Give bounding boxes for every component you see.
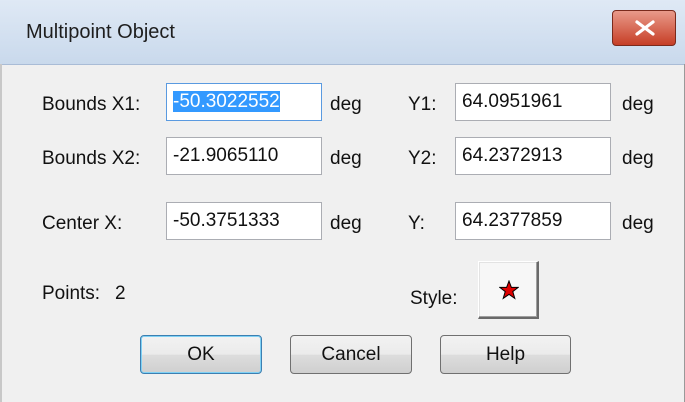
- center-y-unit: deg: [622, 213, 654, 234]
- cancel-button[interactable]: Cancel: [290, 335, 412, 374]
- help-button[interactable]: Help: [440, 335, 571, 374]
- center-x-input[interactable]: -50.3751333: [166, 202, 322, 240]
- style-label: Style:: [410, 288, 458, 309]
- style-button[interactable]: [478, 261, 539, 319]
- center-x-unit: deg: [330, 213, 362, 234]
- window-left-border: [0, 64, 2, 402]
- center-y-label: Y:: [408, 213, 425, 234]
- bounds-x1-selected-text: -50.3022552: [173, 91, 280, 112]
- window-title: Multipoint Object: [26, 21, 175, 43]
- close-icon: [635, 20, 655, 36]
- bounds-y2-label: Y2:: [408, 148, 437, 169]
- close-button[interactable]: [612, 10, 676, 46]
- points-label: Points:: [42, 283, 101, 304]
- center-x-label: Center X:: [42, 213, 123, 234]
- red-star-icon: [499, 280, 519, 300]
- bounds-x2-label: Bounds X2:: [42, 148, 141, 169]
- ok-button[interactable]: OK: [140, 335, 262, 374]
- bounds-x1-unit: deg: [330, 94, 362, 115]
- multipoint-object-dialog: Multipoint Object Bounds X1: -50.3022552…: [0, 0, 685, 402]
- bounds-y2-input[interactable]: 64.2372913: [455, 137, 611, 175]
- bounds-x1-label: Bounds X1:: [42, 94, 141, 115]
- bounds-y1-input[interactable]: 64.0951961: [455, 83, 611, 121]
- points-count: 2: [115, 283, 126, 304]
- bounds-x2-unit: deg: [330, 148, 362, 169]
- bounds-x1-input[interactable]: -50.3022552: [166, 83, 322, 121]
- bounds-y1-label: Y1:: [408, 94, 437, 115]
- bounds-y1-unit: deg: [622, 94, 654, 115]
- bounds-y2-unit: deg: [622, 148, 654, 169]
- bounds-x2-input[interactable]: -21.9065110: [166, 137, 322, 175]
- center-y-input[interactable]: 64.2377859: [455, 202, 611, 240]
- title-bar: Multipoint Object: [0, 0, 685, 65]
